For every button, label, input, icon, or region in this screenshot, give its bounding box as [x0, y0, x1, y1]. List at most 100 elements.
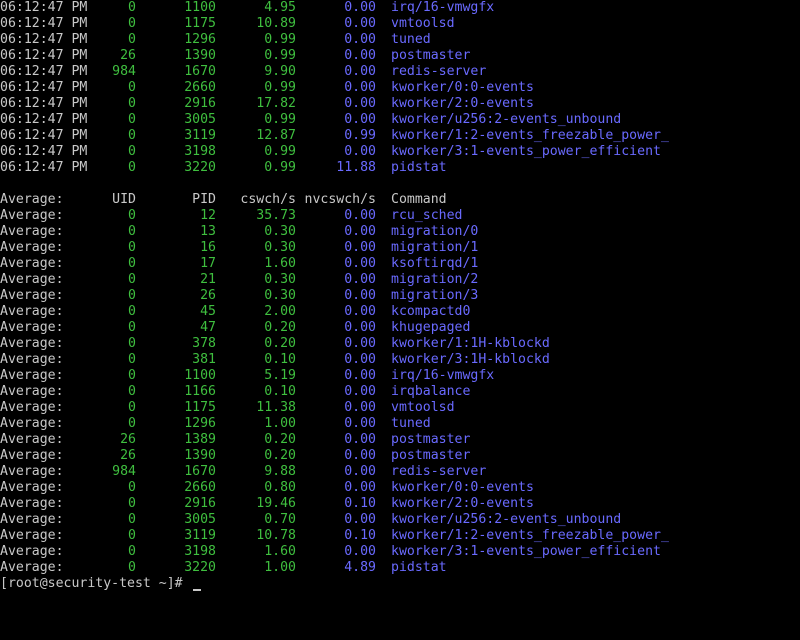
pid-cell: 26	[200, 288, 216, 303]
pid-cell: 16	[200, 240, 216, 255]
timestamp-cell: 06:12:47 PM	[0, 144, 88, 159]
command-cell: kworker/u256:2-events_unbound	[391, 512, 622, 527]
command-cell: irq/16-vmwgfx	[391, 0, 495, 15]
timestamp-cell: Average:	[0, 320, 64, 335]
nvcswch-cell: 0.00	[344, 64, 376, 79]
cswch-cell: 0.30	[264, 272, 296, 287]
cswch-cell: 19.46	[256, 496, 296, 511]
pid-cell: 2660	[184, 80, 216, 95]
uid-cell: 0	[128, 352, 136, 367]
cswch-cell: 9.88	[264, 464, 296, 479]
nvcswch-cell: 0.00	[344, 480, 376, 495]
pid-cell: 3220	[184, 560, 216, 575]
cswch-cell: 0.99	[264, 48, 296, 63]
uid-cell: 26	[120, 448, 136, 463]
cswch-cell: 5.19	[264, 368, 296, 383]
prompt-text: [root@security-test ~]#	[0, 576, 191, 591]
uid-cell: 0	[128, 96, 136, 111]
process-row: 06:12:47 PM 0 2916 17.82 0.00 kworker/2:0-eve…	[0, 96, 800, 112]
cswch-cell: 12.87	[256, 128, 296, 143]
cswch-cell: 0.30	[264, 224, 296, 239]
column-header: Average: UID PID cswch/s nvcswch/s Command	[0, 192, 800, 208]
command-cell: kworker/3:1H-kblockd	[391, 352, 550, 367]
timestamp-cell: 06:12:47 PM	[0, 32, 88, 47]
timestamp-cell: 06:12:47 PM	[0, 112, 88, 127]
command-cell: migration/0	[391, 224, 479, 239]
command-cell: migration/2	[391, 272, 479, 287]
uid-cell: 0	[128, 144, 136, 159]
command-cell: postmaster	[391, 432, 471, 447]
pid-cell: PID	[192, 192, 216, 207]
shell-prompt[interactable]: [root@security-test ~]#	[0, 576, 800, 592]
process-row: Average: 0 1166 0.10 0.00 irqbalance	[0, 384, 800, 400]
process-row: Average: 0 2660 0.80 0.00 kworker/0:0-events	[0, 480, 800, 496]
command-cell: pidstat	[391, 160, 447, 175]
nvcswch-cell: 0.99	[344, 128, 376, 143]
pid-cell: 13	[200, 224, 216, 239]
cswch-cell: 0.20	[264, 432, 296, 447]
process-row: 06:12:47 PM 0 3198 0.99 0.00 kworker/3:1-even…	[0, 144, 800, 160]
timestamp-cell: Average:	[0, 400, 64, 415]
nvcswch-cell: 0.00	[344, 336, 376, 351]
cswch-cell: 0.99	[264, 160, 296, 175]
nvcswch-cell: 0.00	[344, 352, 376, 367]
average-rows: Average: 0 12 35.73 0.00 rcu_sched Average: 0 13…	[0, 208, 800, 576]
process-row: Average: 0 47 0.20 0.00 khugepaged	[0, 320, 800, 336]
cswch-cell: 0.20	[264, 448, 296, 463]
timestamp-cell: Average:	[0, 544, 64, 559]
terminal-screen[interactable]: 06:12:47 PM 0 1100 4.95 0.00 irq/16-vmwgfx 06:…	[0, 0, 800, 600]
cswch-cell: 17.82	[256, 96, 296, 111]
uid-cell: 0	[128, 240, 136, 255]
uid-cell: 0	[128, 416, 136, 431]
command-cell: kcompactd0	[391, 304, 471, 319]
nvcswch-cell: 0.10	[344, 496, 376, 511]
nvcswch-cell: 0.00	[344, 544, 376, 559]
nvcswch-cell: 0.00	[344, 272, 376, 287]
cswch-cell: 0.30	[264, 240, 296, 255]
process-row: Average: 26 1389 0.20 0.00 postmaster	[0, 432, 800, 448]
timestamp-cell: Average:	[0, 560, 64, 575]
process-row: Average: 0 26 0.30 0.00 migration/3	[0, 288, 800, 304]
pid-cell: 1175	[184, 400, 216, 415]
command-cell: kworker/1:1H-kblockd	[391, 336, 550, 351]
cswch-cell: 2.00	[264, 304, 296, 319]
nvcswch-cell: 0.00	[344, 256, 376, 271]
process-row: 06:12:47 PM 0 1296 0.99 0.00 tuned	[0, 32, 800, 48]
cswch-cell: 4.95	[264, 0, 296, 15]
process-row: Average: 0 45 2.00 0.00 kcompactd0	[0, 304, 800, 320]
cswch-cell: 1.00	[264, 416, 296, 431]
cswch-cell: 0.10	[264, 352, 296, 367]
timestamp-cell: 06:12:47 PM	[0, 64, 88, 79]
timestamp-cell: Average:	[0, 416, 64, 431]
cswch-cell: 0.99	[264, 144, 296, 159]
pid-cell: 3220	[184, 160, 216, 175]
cswch-cell: 0.99	[264, 80, 296, 95]
uid-cell: 0	[128, 0, 136, 15]
command-cell: irq/16-vmwgfx	[391, 368, 495, 383]
nvcswch-cell: nvcswch/s	[304, 192, 376, 207]
cswch-cell: 0.20	[264, 336, 296, 351]
command-cell: kworker/2:0-events	[391, 96, 534, 111]
nvcswch-cell: 0.00	[344, 320, 376, 335]
pid-cell: 47	[200, 320, 216, 335]
nvcswch-cell: 0.00	[344, 112, 376, 127]
nvcswch-cell: 0.10	[344, 528, 376, 543]
uid-cell: 0	[128, 288, 136, 303]
nvcswch-cell: 0.00	[344, 304, 376, 319]
uid-cell: 26	[120, 432, 136, 447]
uid-cell: 0	[128, 160, 136, 175]
pid-cell: 3198	[184, 144, 216, 159]
command-cell: kworker/2:0-events	[391, 496, 534, 511]
timestamp-cell: 06:12:47 PM	[0, 48, 88, 63]
command-cell: redis-server	[391, 464, 487, 479]
nvcswch-cell: 0.00	[344, 432, 376, 447]
uid-cell: 0	[128, 80, 136, 95]
cswch-cell: 0.20	[264, 320, 296, 335]
pid-cell: 3119	[184, 128, 216, 143]
process-row: Average: 0 2916 19.46 0.10 kworker/2:0-events	[0, 496, 800, 512]
pid-cell: 1100	[184, 368, 216, 383]
cswch-cell: 10.89	[256, 16, 296, 31]
nvcswch-cell: 0.00	[344, 400, 376, 415]
cswch-cell: 10.78	[256, 528, 296, 543]
